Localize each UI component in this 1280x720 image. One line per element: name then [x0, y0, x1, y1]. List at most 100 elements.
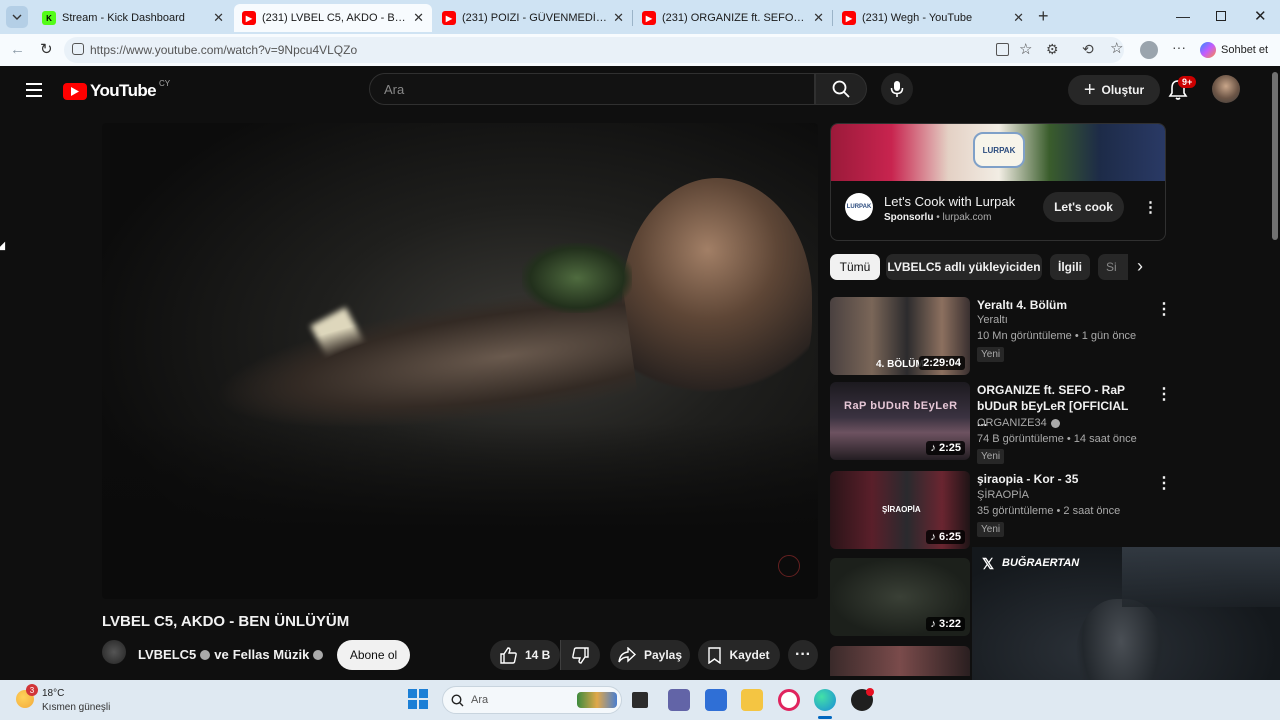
recommendation-item[interactable]: RaP bUDuR bEyLeR ♪ 2:25 ORGANIZE ft. SEF… — [830, 382, 1172, 464]
video-thumbnail[interactable]: 4. BÖLÜM 2:29:04 — [830, 297, 970, 375]
ad-meta: Sponsorlu • lurpak.com — [884, 212, 992, 223]
verified-icon — [1050, 418, 1060, 428]
collections-icon[interactable]: ⟲ — [1082, 41, 1094, 58]
tab-wegh[interactable]: ▶ (231) Wegh - YouTube ✕ — [834, 4, 1032, 32]
search-input[interactable]: Ara — [369, 73, 815, 105]
chip-next-icon[interactable]: › — [1137, 256, 1143, 277]
voice-search-button[interactable] — [881, 73, 913, 105]
recording-indicator-icon — [866, 688, 874, 696]
ad-cta-button[interactable]: Let's cook — [1043, 192, 1124, 222]
youtube-icon: ▶ — [842, 11, 856, 25]
task-view-icon[interactable] — [632, 692, 648, 708]
close-window-button[interactable]: ✕ — [1254, 7, 1267, 25]
chip-related[interactable]: İlgili — [1050, 254, 1090, 280]
start-button[interactable] — [408, 689, 428, 709]
tab-poizi[interactable]: ▶ (231) POIZI - GÜVENMEDİN (Offici ✕ — [434, 4, 632, 32]
new-badge: Yeni — [977, 522, 1005, 537]
rec-more-icon[interactable]: ⋮ — [1156, 384, 1172, 404]
video-thumbnail[interactable]: RaP bUDuR bEyLeR ♪ 2:25 — [830, 382, 970, 460]
more-actions-button[interactable]: ··· — [788, 640, 818, 670]
favorites-icon[interactable]: ☆ — [1110, 39, 1123, 57]
maximize-button[interactable] — [1216, 11, 1226, 21]
browser-tab-bar: K Stream - Kick Dashboard ✕ ▶ (231) LVBE… — [0, 0, 1280, 34]
rec-more-icon[interactable]: ⋮ — [1156, 299, 1172, 319]
subscribe-button[interactable]: Abone ol — [337, 640, 410, 670]
tab-lvbel[interactable]: ▶ (231) LVBEL C5, AKDO - BEN ÜNLÜ ✕ — [234, 4, 432, 32]
share-button[interactable]: Paylaş — [610, 640, 690, 670]
tab-title: (231) POIZI - GÜVENMEDİN (Offici — [462, 12, 607, 24]
recommendation-item[interactable]: ŞİRAOPİA ♪ 6:25 şiraopia - Kor - 35 ŞİRA… — [830, 471, 1172, 551]
file-explorer-icon[interactable] — [741, 689, 763, 711]
channel-avatar[interactable] — [102, 640, 126, 664]
dislike-button[interactable] — [560, 640, 600, 670]
scrollbar-thumb[interactable] — [1272, 72, 1278, 240]
new-tab-button[interactable]: + — [1038, 6, 1049, 27]
search-button[interactable] — [815, 73, 867, 105]
notifications-button[interactable]: 9+ — [1168, 76, 1197, 103]
close-tab-icon[interactable]: ✕ — [213, 10, 224, 26]
youtube-icon: ▶ — [642, 11, 656, 25]
chip-more[interactable]: Si — [1098, 254, 1128, 280]
youtube-play-icon — [63, 82, 87, 100]
refresh-icon[interactable]: ↻ — [40, 40, 53, 58]
weather-widget[interactable]: 3 18°C Kısmen güneşli — [16, 684, 126, 716]
extensions-icon[interactable]: ⚙ — [1046, 41, 1059, 58]
ad-brand-avatar: LURPAK — [845, 193, 873, 221]
video-frame-person — [622, 178, 812, 418]
more-icon[interactable]: ··· — [1172, 39, 1186, 55]
opera-icon[interactable] — [778, 689, 800, 711]
youtube-logo[interactable]: YouTube CY — [63, 79, 170, 101]
verified-icon — [313, 649, 324, 660]
duration-badge: 2:29:04 — [919, 356, 965, 370]
close-tab-icon[interactable]: ✕ — [1013, 10, 1024, 26]
tab-actions-icon[interactable] — [6, 6, 28, 28]
verified-icon — [200, 649, 211, 660]
close-tab-icon[interactable]: ✕ — [613, 10, 624, 26]
ad-card[interactable]: LURPAK LURPAK Let's Cook with Lurpak Spo… — [830, 123, 1166, 241]
copilot-button[interactable]: Sohbet et — [1200, 42, 1268, 58]
recommendation-item[interactable]: 4. BÖLÜM 2:29:04 Yeraltı 4. Bölüm Yeralt… — [830, 297, 1172, 377]
video-thumbnail[interactable] — [830, 646, 970, 676]
tab-kick[interactable]: K Stream - Kick Dashboard ✕ — [34, 4, 232, 32]
rec-channel[interactable]: Yeraltı — [977, 314, 1008, 326]
thumbs-down-icon — [572, 646, 589, 664]
save-button[interactable]: Kaydet — [698, 640, 780, 670]
back-icon[interactable]: ← — [10, 41, 25, 58]
chip-from-uploader[interactable]: LVBELC5 adlı yükleyiciden — [886, 254, 1042, 280]
rec-channel[interactable]: ŞİRAOPİA — [977, 489, 1029, 501]
site-info-icon[interactable] — [72, 43, 84, 55]
chip-all[interactable]: Tümü — [830, 254, 880, 280]
teams-icon[interactable] — [668, 689, 690, 711]
create-button[interactable]: + Oluştur — [1068, 75, 1160, 105]
tab-organize[interactable]: ▶ (231) ORGANIZE ft. SEFO - RaP bU ✕ — [634, 4, 832, 32]
tab-title: (231) LVBEL C5, AKDO - BEN ÜNLÜ — [262, 12, 407, 24]
app-icon[interactable] — [996, 43, 1009, 56]
taskbar-search[interactable]: Ara — [442, 686, 622, 714]
rec-title[interactable]: şiraopia - Kor - 35 — [977, 471, 1137, 487]
duration-badge: ♪ 6:25 — [926, 530, 965, 544]
store-icon[interactable] — [705, 689, 727, 711]
youtube-icon: ▶ — [442, 11, 456, 25]
url-field[interactable]: https://www.youtube.com/watch?v=9Npcu4VL… — [64, 37, 1124, 63]
rec-meta: 10 Mn görüntüleme • 1 gün önce — [977, 330, 1137, 342]
close-tab-icon[interactable]: ✕ — [813, 10, 824, 26]
profile-avatar[interactable] — [1140, 41, 1158, 59]
edge-icon[interactable] — [814, 689, 836, 711]
microphone-icon — [890, 81, 904, 97]
ad-more-icon[interactable]: ⋮ — [1143, 198, 1158, 216]
streamer-handle: BUĞRAERTAN — [1002, 557, 1080, 569]
rec-meta: 74 B görüntüleme • 14 saat önce — [977, 433, 1137, 445]
video-thumbnail[interactable]: ♪ 3:22 — [830, 558, 970, 636]
minimize-button[interactable]: — — [1176, 8, 1190, 24]
close-tab-icon[interactable]: ✕ — [413, 10, 424, 26]
rec-more-icon[interactable]: ⋮ — [1156, 473, 1172, 493]
like-button[interactable]: 14 B — [490, 640, 560, 670]
account-avatar[interactable] — [1212, 75, 1240, 103]
video-player[interactable] — [102, 123, 818, 599]
rec-title[interactable]: Yeraltı 4. Bölüm — [977, 297, 1137, 313]
video-thumbnail[interactable]: ŞİRAOPİA ♪ 6:25 — [830, 471, 970, 549]
menu-icon[interactable] — [26, 83, 42, 97]
rec-channel[interactable]: ORGANIZE34 — [977, 417, 1060, 429]
favorite-star-icon[interactable]: ☆ — [1019, 40, 1032, 58]
channel-names[interactable]: LVBELC5 ve Fellas Müzik — [138, 647, 324, 662]
